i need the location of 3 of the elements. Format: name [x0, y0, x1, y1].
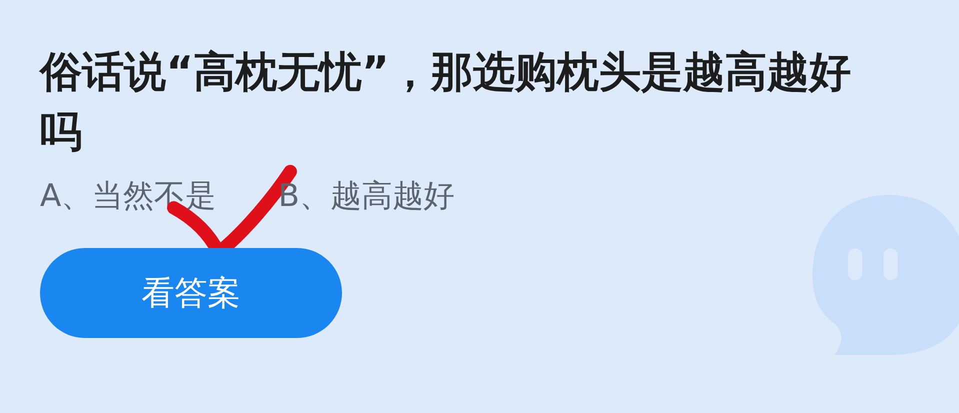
option-text[interactable]: B、越高越好: [278, 178, 454, 214]
question-text: 俗话说“高枕无忧”，那选购枕头是越高越好吗: [40, 46, 852, 158]
view-answer-button[interactable]: 看答案: [40, 248, 342, 338]
